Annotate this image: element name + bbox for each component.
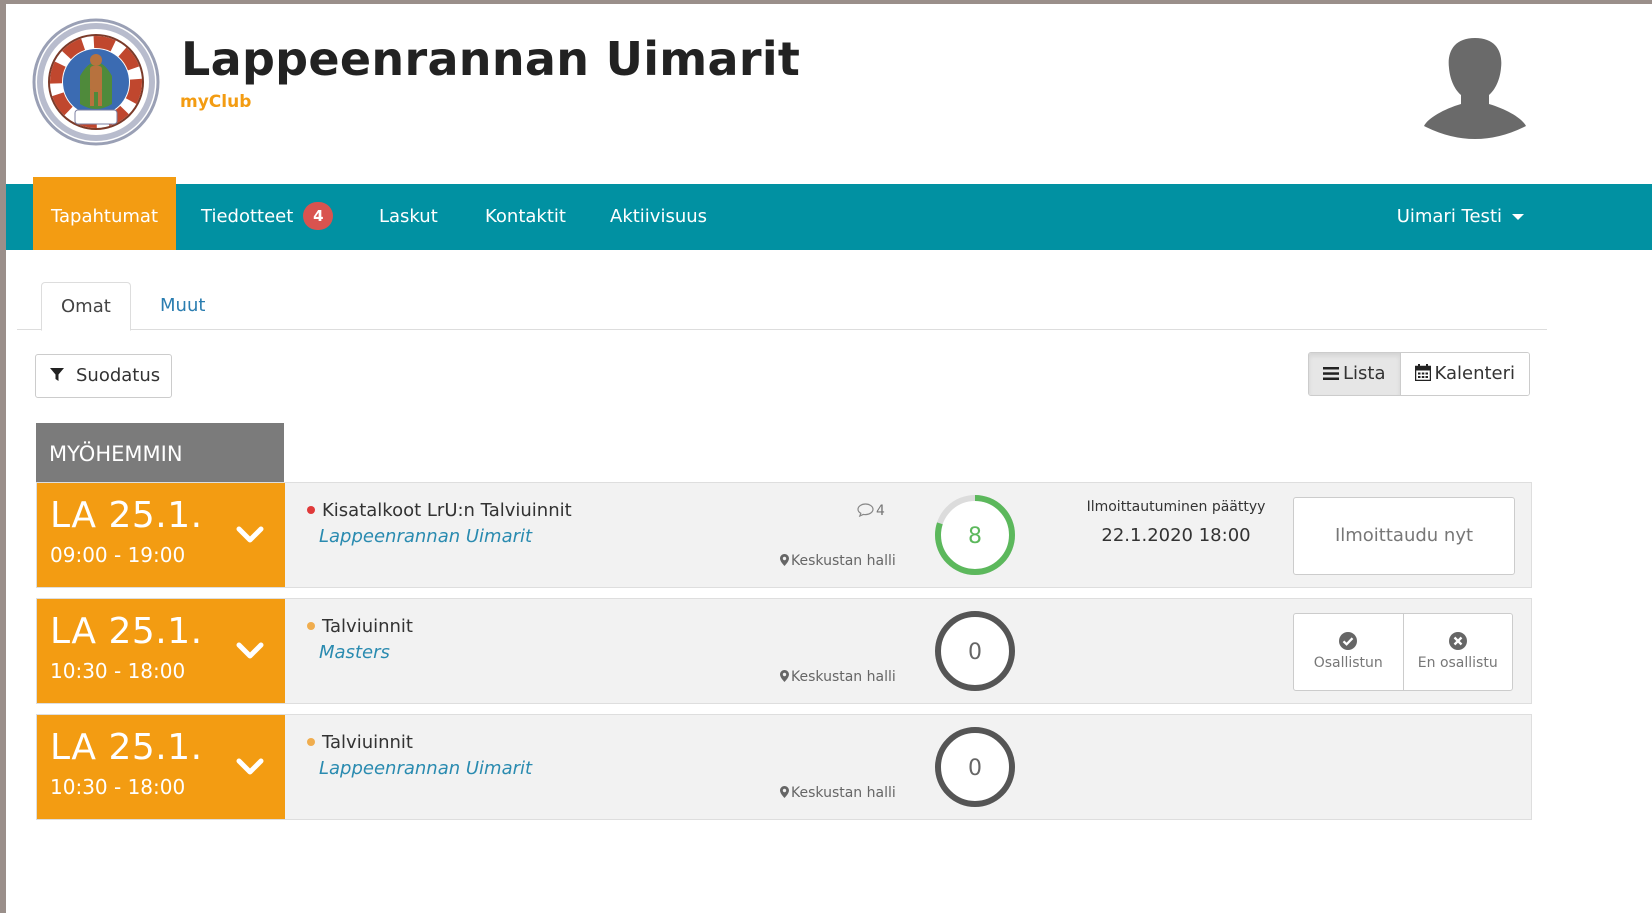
event-status-dot: [307, 622, 315, 630]
header: Lappeenrannan Uimarit myClub: [6, 4, 1652, 182]
event-row[interactable]: LA 25.1. 10:30 - 18:00 Talviuinnit Maste…: [36, 598, 1532, 704]
comment-icon: [857, 503, 874, 518]
calendar-view-button[interactable]: Kalenteri: [1400, 353, 1530, 395]
caret-down-icon: [1512, 214, 1524, 220]
decline-label: En osallistu: [1417, 655, 1498, 671]
signup-button[interactable]: Ilmoittaudu nyt: [1293, 497, 1515, 575]
calendar-view-label: Kalenteri: [1434, 363, 1516, 384]
event-date-box: LA 25.1. 10:30 - 18:00: [37, 599, 285, 703]
event-time: 10:30 - 18:00: [50, 659, 186, 683]
event-location: Keskustan halli: [780, 669, 896, 685]
event-title-text: Kisatalkoot LrU:n Talviuinnit: [322, 500, 572, 521]
registration-deadline: 22.1.2020 18:00: [1101, 525, 1251, 546]
event-organizer[interactable]: Masters: [319, 642, 390, 663]
chevron-down-icon[interactable]: [235, 751, 265, 781]
participant-count: 8: [968, 524, 982, 549]
map-marker-icon: [780, 670, 789, 682]
club-name: Lappeenrannan Uimarit: [181, 32, 801, 86]
event-tabs: Omat Muut: [17, 282, 1547, 331]
event-status-dot: [307, 738, 315, 746]
participant-count-ring: 8: [935, 495, 1015, 575]
nav-aktiivisuus[interactable]: Aktiivisuus: [610, 184, 707, 250]
participant-count-ring: 0: [935, 727, 1015, 807]
list-icon: [1323, 367, 1339, 380]
view-toggle-group: Lista Kalenteri: [1308, 352, 1531, 396]
user-menu-dropdown[interactable]: Uimari Testi: [1397, 184, 1524, 250]
event-organizer[interactable]: Lappeenrannan Uimarit: [319, 758, 532, 779]
attend-button[interactable]: Osallistun: [1294, 614, 1403, 690]
event-location-text: Keskustan halli: [791, 669, 896, 685]
section-later-header: MYÖHEMMIN: [36, 423, 284, 483]
user-name: Uimari Testi: [1396, 206, 1502, 227]
nav-tapahtumat[interactable]: Tapahtumat: [33, 177, 176, 250]
map-marker-icon: [780, 786, 789, 798]
participant-count: 0: [968, 756, 982, 781]
event-location: Keskustan halli: [780, 553, 896, 569]
event-location-text: Keskustan halli: [791, 553, 896, 569]
event-row[interactable]: LA 25.1. 09:00 - 19:00 Kisatalkoot LrU:n…: [36, 482, 1532, 588]
event-day: LA 25.1.: [50, 495, 203, 536]
rsvp-button-group: Osallistun En osallistu: [1293, 613, 1513, 691]
event-title-text: Talviuinnit: [322, 616, 413, 637]
chevron-down-icon[interactable]: [235, 635, 265, 665]
event-day: LA 25.1.: [50, 727, 203, 768]
attend-label: Osallistun: [1313, 655, 1383, 671]
comments-count[interactable]: 4: [857, 503, 885, 519]
nav-tiedotteet-label: Tiedotteet: [201, 206, 294, 227]
event-day: LA 25.1.: [50, 611, 203, 652]
check-circle-icon: [1339, 632, 1358, 650]
participant-count: 0: [968, 640, 982, 665]
filter-button[interactable]: Suodatus: [35, 354, 172, 398]
event-date-box: LA 25.1. 09:00 - 19:00: [37, 483, 285, 587]
event-location: Keskustan halli: [780, 785, 896, 801]
event-location-text: Keskustan halli: [791, 785, 896, 801]
registration-label: Ilmoittautuminen päättyy: [1086, 499, 1266, 515]
tab-muut[interactable]: Muut: [141, 282, 224, 331]
event-title[interactable]: Talviuinnit: [307, 616, 413, 637]
page: Lappeenrannan Uimarit myClub Tapahtumat …: [6, 4, 1652, 913]
participant-count-ring: 0: [935, 611, 1015, 691]
event-row[interactable]: LA 25.1. 10:30 - 18:00 Talviuinnit Lappe…: [36, 714, 1532, 820]
event-title[interactable]: Talviuinnit: [307, 732, 413, 753]
club-logo-icon[interactable]: [32, 18, 160, 146]
event-status-dot: [307, 506, 315, 514]
close-circle-icon: [1448, 632, 1467, 650]
list-view-button[interactable]: Lista: [1309, 353, 1401, 395]
filter-button-label: Suodatus: [76, 365, 161, 386]
decline-button[interactable]: En osallistu: [1402, 614, 1513, 690]
tab-omat[interactable]: Omat: [41, 282, 131, 331]
map-marker-icon: [780, 554, 789, 566]
chevron-down-icon[interactable]: [235, 519, 265, 549]
event-title-text: Talviuinnit: [322, 732, 413, 753]
comments-count-value: 4: [876, 503, 885, 519]
user-silhouette-icon[interactable]: [1420, 32, 1530, 144]
nav-laskut[interactable]: Laskut: [379, 184, 438, 250]
registration-info: Ilmoittautuminen päättyy 22.1.2020 18:00: [1061, 499, 1291, 546]
event-title[interactable]: Kisatalkoot LrU:n Talviuinnit: [307, 500, 572, 521]
calendar-icon: [1414, 364, 1431, 381]
event-organizer[interactable]: Lappeenrannan Uimarit: [319, 526, 532, 547]
list-view-label: Lista: [1343, 363, 1386, 384]
myclub-subtitle: myClub: [180, 92, 252, 112]
event-date-box: LA 25.1. 10:30 - 18:00: [37, 715, 285, 819]
nav-tiedotteet[interactable]: Tiedotteet 4: [201, 184, 334, 250]
filter-icon: [50, 368, 64, 381]
event-time: 09:00 - 19:00: [50, 543, 186, 567]
event-time: 10:30 - 18:00: [50, 775, 186, 799]
nav-kontaktit[interactable]: Kontaktit: [485, 184, 566, 250]
unread-count-badge: 4: [303, 202, 334, 230]
main-navbar: Tapahtumat Tiedotteet 4 Laskut Kontaktit …: [6, 177, 1652, 250]
